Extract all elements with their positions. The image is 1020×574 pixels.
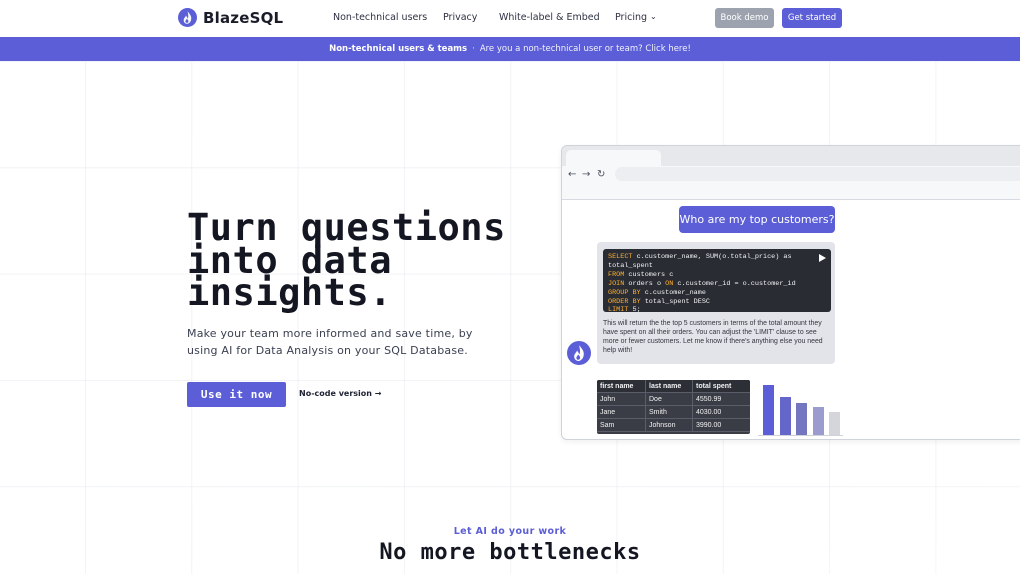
sql-text: customers c — [624, 270, 674, 279]
nav-item-label: Pricing — [615, 12, 648, 23]
nav-item-white-label-embed[interactable]: White-label & Embed — [499, 12, 600, 23]
reload-icon: ↻ — [597, 169, 606, 180]
sql-line: FROM customers c — [608, 271, 826, 280]
sql-line: JOIN orders o ON c.customer_id = o.custo… — [608, 280, 826, 289]
sql-keyword: SELECT — [608, 253, 633, 261]
sql-keyword: ORDER BY — [608, 297, 641, 306]
nav-item-label: Non-technical users — [333, 12, 428, 23]
table-cell: Sam — [597, 419, 646, 432]
announcement-message: Are you a non-technical user or team? Cl… — [479, 44, 691, 54]
back-arrow-icon: ← — [568, 169, 577, 180]
browser-tab — [566, 150, 661, 167]
sql-text: c.customer_name — [640, 288, 706, 297]
hero-subtitle: Make your team more informed and save ti… — [187, 327, 473, 357]
sql-line: GROUP BY c.customer_name — [608, 289, 826, 298]
site-header: BlazeSQL Non-technical users Privacy Whi… — [0, 0, 1020, 37]
table-header-cell: first name — [597, 380, 646, 393]
table-header-cell: last name — [646, 380, 693, 393]
browser-tab-bar — [562, 146, 1020, 167]
table-row: Sam Johnson 3990.00 — [597, 419, 750, 432]
run-query-play-icon[interactable] — [819, 254, 826, 262]
hero-title: Turn questions into data insights. — [187, 209, 517, 314]
chart-bar — [779, 397, 791, 435]
sql-keyword: FROM — [608, 270, 625, 279]
forward-arrow-icon: → — [582, 169, 591, 180]
section-eyebrow: Let AI do your work — [453, 526, 567, 537]
nav-item-label: White-label & Embed — [499, 12, 600, 23]
table-header-cell: total spent — [693, 380, 750, 393]
table-header-row: first name last name total spent — [597, 380, 750, 393]
nav-item-privacy[interactable]: Privacy — [443, 12, 477, 23]
ai-response-card: SELECT c.customer_name, SUM(o.total_pric… — [597, 242, 835, 364]
sql-text: c.customer_name, SUM(o.total_price) as t… — [608, 253, 792, 270]
sql-text: 5; — [628, 306, 641, 315]
nav-item-pricing[interactable]: Pricing ⌄ — [615, 12, 657, 23]
table-cell: 4030.00 — [693, 406, 750, 419]
table-cell: Doe — [646, 393, 693, 406]
announcement-separator: · — [472, 44, 475, 54]
brand-logo[interactable]: BlazeSQL — [178, 8, 283, 27]
table-row: John Doe 4550.99 — [597, 393, 750, 406]
sql-line: LIMIT 5; — [608, 306, 826, 315]
user-question-bubble: Who are my top customers? — [679, 206, 835, 233]
table-cell: Smith — [646, 406, 693, 419]
get-started-button[interactable]: Get started — [782, 8, 842, 28]
table-cell: John — [597, 393, 646, 406]
result-bar-chart — [758, 380, 843, 436]
ai-explanation-text: This will return the the top 5 customers… — [603, 320, 823, 355]
chart-bar — [812, 407, 824, 435]
table-cell: Jane — [597, 406, 646, 419]
chevron-down-icon: ⌄ — [650, 12, 657, 21]
book-demo-button[interactable]: Book demo — [715, 8, 774, 28]
sql-keyword: JOIN — [608, 279, 625, 288]
hero-title-line: insights. — [187, 271, 392, 314]
table-row: Jane Smith 4030.00 — [597, 406, 750, 419]
brand-name: BlazeSQL — [203, 8, 284, 27]
flame-logo-icon — [178, 8, 197, 27]
nav-item-non-technical-users[interactable]: Non-technical users — [333, 12, 427, 23]
product-mockup-window: ← → ↻ Who are my top customers? SELECT c… — [561, 145, 1020, 440]
chart-bar — [796, 403, 807, 435]
nav-item-label: Privacy — [443, 12, 478, 23]
sql-text: total_spent DESC — [640, 297, 710, 306]
no-code-version-link[interactable]: No-code version → — [299, 389, 381, 398]
sql-code-block: SELECT c.customer_name, SUM(o.total_pric… — [603, 249, 831, 315]
sql-text: orders o — [624, 279, 666, 288]
table-cell: 4550.99 — [693, 393, 750, 406]
chart-bar — [829, 412, 840, 435]
ai-avatar-icon — [567, 341, 591, 365]
use-it-now-button[interactable]: Use it now — [187, 382, 286, 407]
table-cell: Johnson — [646, 419, 693, 432]
sql-line: ORDER BY total_spent DESC — [608, 298, 826, 307]
sql-line: SELECT c.customer_name, SUM(o.total_pric… — [608, 253, 826, 271]
chart-bar — [763, 385, 774, 435]
result-table: first name last name total spent John Do… — [597, 380, 750, 434]
announcement-strong: Non-technical users & teams — [329, 44, 468, 54]
browser-address-bar — [615, 167, 1020, 181]
sql-text: c.customer_id = o.customer_id — [673, 279, 796, 288]
sql-keyword: LIMIT — [608, 306, 629, 315]
announcement-bar[interactable]: Non-technical users & teams · Are you a … — [0, 37, 1020, 61]
table-cell: 3990.00 — [693, 419, 750, 432]
section-heading: No more bottlenecks — [379, 540, 641, 565]
sql-keyword: GROUP BY — [608, 288, 641, 297]
